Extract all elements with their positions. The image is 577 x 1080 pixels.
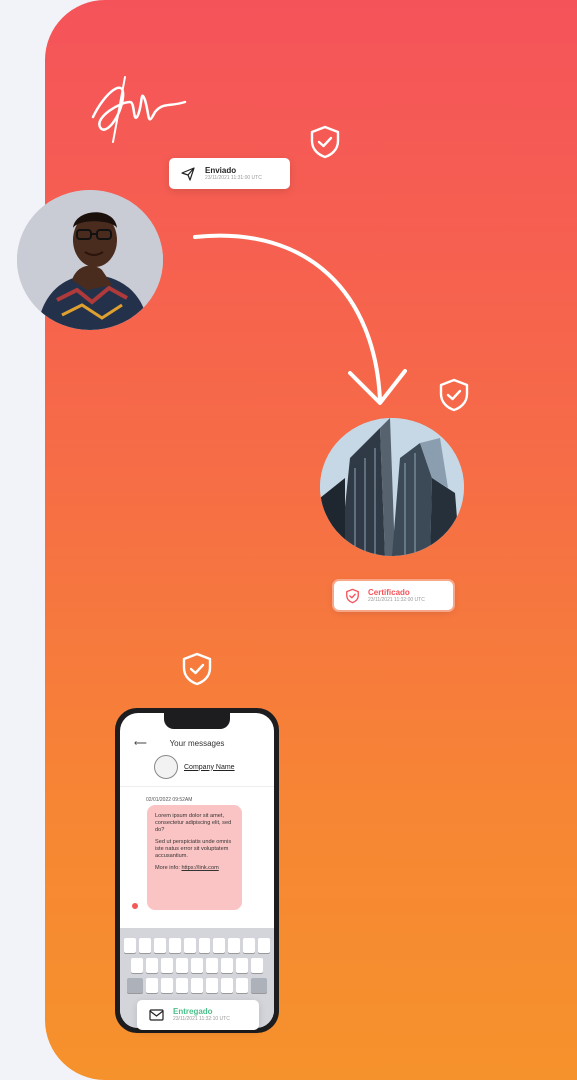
key[interactable]: [191, 978, 203, 993]
key[interactable]: [236, 958, 248, 973]
paper-plane-icon: [181, 166, 195, 181]
key[interactable]: [243, 938, 256, 953]
company-name[interactable]: Company Name: [184, 764, 235, 771]
building-photo: [320, 418, 464, 556]
person-photo: [17, 190, 163, 330]
message-paragraph: Lorem ipsum dolor sit amet, consectetur …: [155, 813, 232, 833]
key[interactable]: [131, 958, 143, 973]
person-avatar: [17, 190, 163, 330]
key[interactable]: [168, 938, 181, 953]
key[interactable]: [153, 938, 166, 953]
key[interactable]: [183, 938, 196, 953]
key[interactable]: [251, 958, 263, 973]
phone-notch: [164, 713, 230, 729]
key[interactable]: [176, 978, 188, 993]
company-row[interactable]: Company Name: [154, 755, 235, 779]
sent-title: Enviado: [205, 165, 237, 175]
delivered-time: 23/11/2021 11:32:10 UTC: [173, 1016, 230, 1022]
more-info-label: More info:: [155, 865, 180, 871]
company-avatar: [154, 755, 178, 779]
shield-check-icon: [439, 378, 469, 412]
curved-arrow-icon: [193, 233, 407, 405]
message-bubble: Lorem ipsum dolor sit amet, consectetur …: [147, 805, 242, 910]
divider: [120, 786, 274, 787]
key[interactable]: [161, 958, 173, 973]
message-paragraph: Sed ut perspiciatis unde omnis iste natu…: [155, 839, 232, 859]
certified-time: 23/11/2021 11:32:00 UTC: [368, 596, 425, 603]
key[interactable]: [191, 958, 203, 973]
delivered-title: Entregado: [173, 1007, 213, 1016]
key[interactable]: [258, 938, 271, 953]
key[interactable]: [236, 978, 248, 993]
certified-card: Certificado 23/11/2021 11:32:00 UTC: [334, 581, 453, 610]
key[interactable]: [206, 958, 218, 973]
shield-check-icon: [310, 125, 340, 159]
backspace-key[interactable]: [251, 978, 267, 993]
sent-time: 23/11/2021 11:31:00 UTC: [205, 174, 262, 181]
certified-title: Certificado: [368, 587, 410, 597]
unread-dot: [132, 903, 138, 909]
key[interactable]: [221, 958, 233, 973]
message-link[interactable]: https://link.com: [181, 865, 218, 871]
shield-check-icon: [182, 652, 212, 686]
key[interactable]: [221, 978, 233, 993]
envelope-icon: [149, 1009, 164, 1021]
delivered-card: Entregado 23/11/2021 11:32:10 UTC: [137, 1000, 259, 1030]
key[interactable]: [138, 938, 151, 953]
key[interactable]: [146, 958, 158, 973]
key[interactable]: [206, 978, 218, 993]
shield-check-icon: [346, 588, 359, 603]
key[interactable]: [146, 978, 158, 993]
signature-icon: [91, 76, 187, 143]
phone-mockup: ⟵ Your messages Company Name 02/01/2022 …: [115, 708, 279, 1033]
key[interactable]: [198, 938, 211, 953]
key[interactable]: [123, 938, 136, 953]
building-avatar: [320, 418, 464, 556]
sent-card: Enviado 23/11/2021 11:31:00 UTC: [169, 158, 290, 189]
key[interactable]: [228, 938, 241, 953]
key[interactable]: [176, 958, 188, 973]
phone-screen: ⟵ Your messages Company Name 02/01/2022 …: [120, 713, 274, 1028]
shift-key[interactable]: [127, 978, 143, 993]
messages-header: Your messages: [169, 739, 225, 748]
key[interactable]: [213, 938, 226, 953]
key[interactable]: [161, 978, 173, 993]
message-timestamp: 02/01/2022 09:52AM: [146, 797, 193, 803]
